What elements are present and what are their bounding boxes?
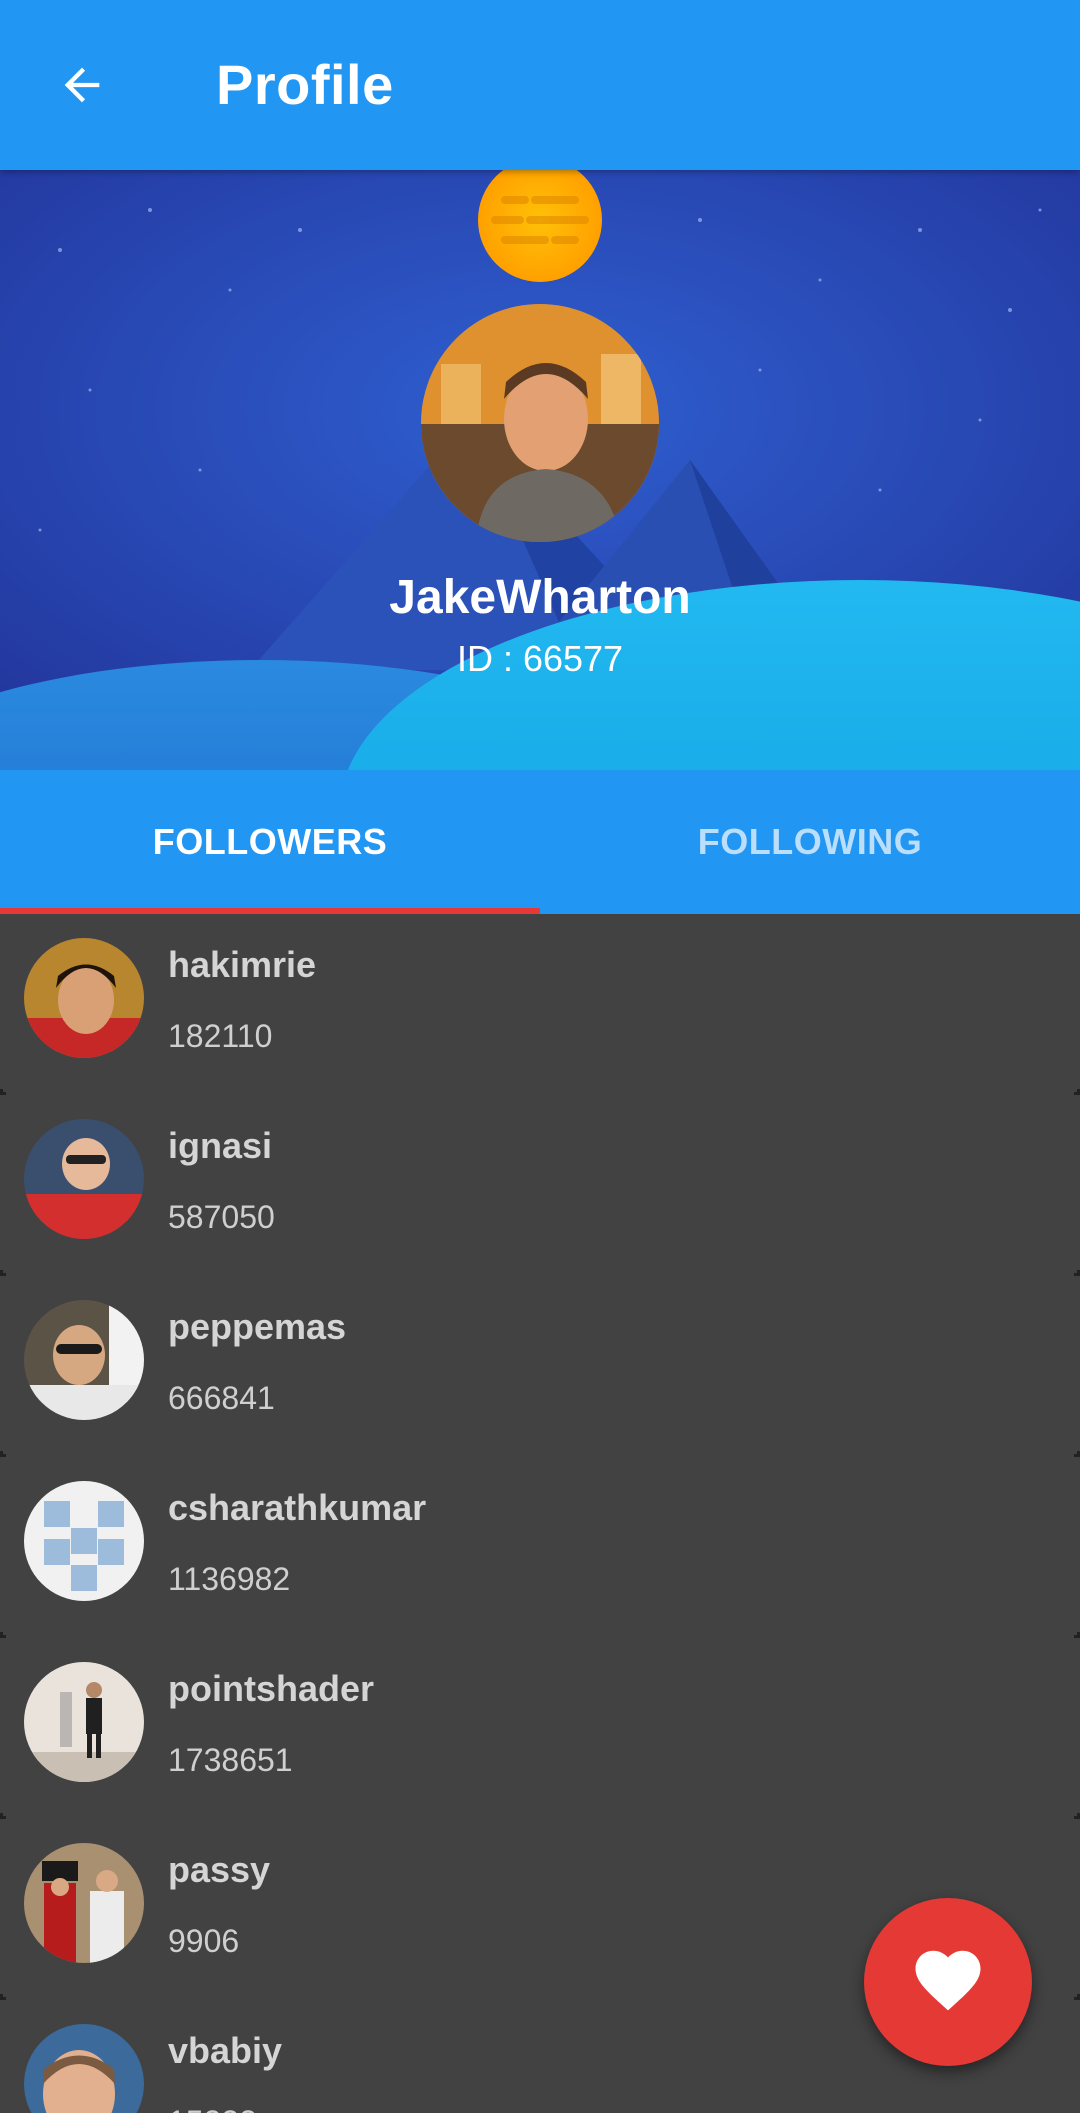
tab-following-label: FOLLOWING — [697, 821, 923, 862]
avatar — [24, 938, 144, 1058]
follower-count: 9906 — [168, 1923, 240, 1959]
app-bar: Profile — [0, 0, 1080, 170]
profile-header: JakeWharton ID : 66577 — [0, 170, 1080, 770]
follower-name: hakimrie — [168, 944, 317, 985]
follower-name: passy — [168, 1849, 271, 1890]
follower-count: 1136982 — [168, 1561, 291, 1597]
avatar — [24, 1843, 144, 1963]
list-item[interactable]: pointshader 1738651 — [0, 1638, 1080, 1819]
profile-username: JakeWharton — [389, 571, 691, 624]
list-item[interactable]: peppemas 666841 — [0, 1276, 1080, 1457]
app-root: Profile JakeWharton ID: 66577 FOLLOWERS… — [0, 0, 1080, 2113]
heart-icon — [909, 1941, 987, 2024]
page-title: Profile — [216, 53, 394, 116]
follower-name: pointshader — [168, 1668, 375, 1709]
follower-count: 587050 — [168, 1199, 275, 1235]
tab-following[interactable]: FOLLOWING — [540, 770, 1080, 914]
back-button[interactable] — [40, 45, 124, 129]
tab-followers[interactable]: FOLLOWERS — [0, 770, 540, 914]
follower-count: 15333 — [168, 2104, 257, 2113]
list-item[interactable]: csharathkumar 1136982 — [0, 1457, 1080, 1638]
avatar — [24, 1119, 144, 1239]
avatar — [24, 1662, 144, 1782]
profile-id: ID : 66577 — [456, 638, 624, 679]
tab-bar: FOLLOWERS FOLLOWING — [0, 770, 1080, 914]
follower-count: 666841 — [168, 1380, 275, 1416]
follower-name: vbabiy — [168, 2030, 283, 2071]
follower-name: peppemas — [168, 1306, 347, 1347]
tab-followers-label: FOLLOWERS — [152, 821, 388, 862]
favorite-fab-button[interactable] — [864, 1898, 1032, 2066]
avatar — [24, 1481, 144, 1601]
follower-name: ignasi — [168, 1125, 273, 1166]
list-item[interactable]: ignasi 587050 — [0, 1095, 1080, 1276]
list-item[interactable]: hakimrie 182110 — [0, 914, 1080, 1095]
follower-count: 182110 — [168, 1018, 273, 1054]
follower-name: csharathkumar — [168, 1487, 427, 1528]
profile-avatar — [421, 304, 659, 542]
follower-count: 1738651 — [168, 1742, 293, 1778]
avatar — [24, 2024, 144, 2113]
arrow-back-icon — [56, 59, 108, 116]
avatar — [24, 1300, 144, 1420]
